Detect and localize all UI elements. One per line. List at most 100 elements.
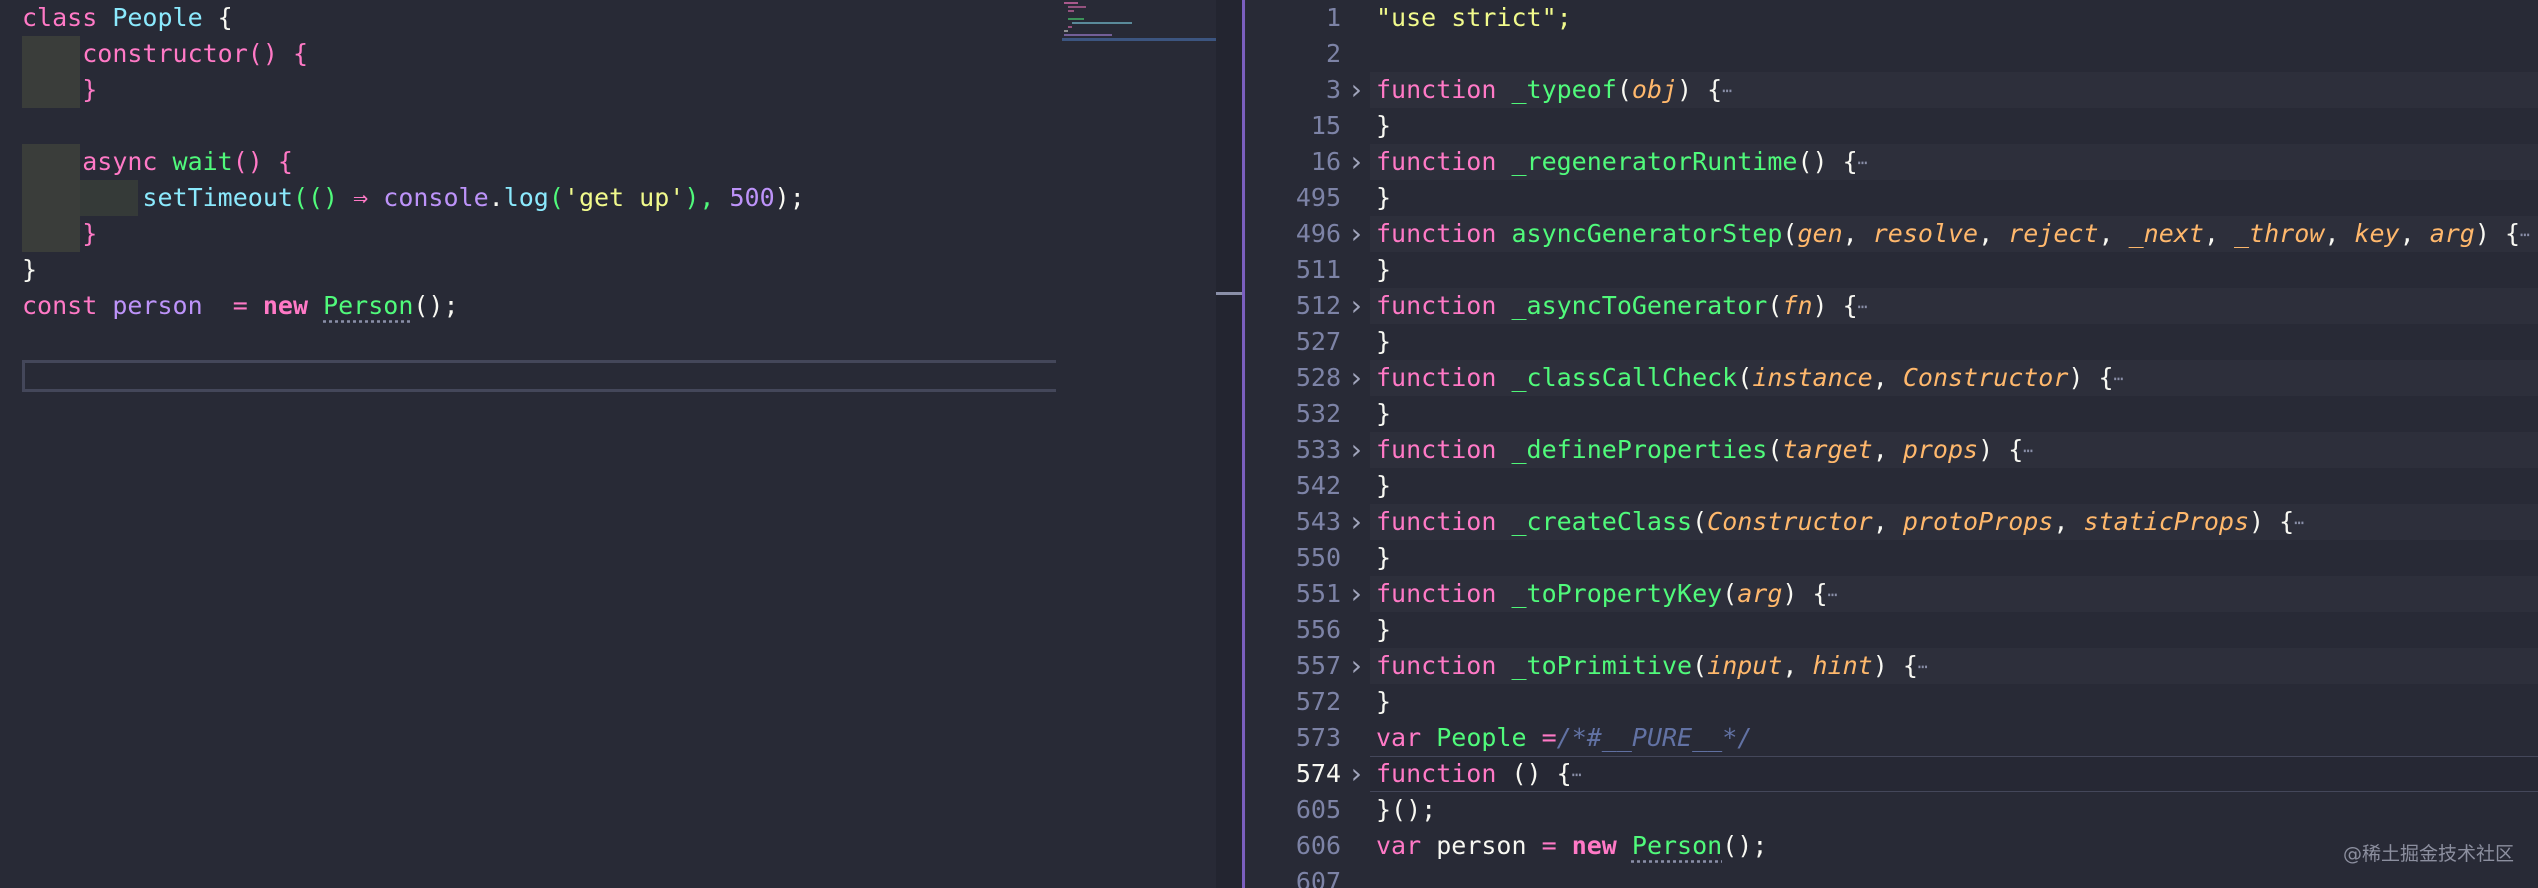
code-token: =	[1541, 831, 1572, 860]
code-line[interactable]: }	[22, 72, 97, 108]
code-line[interactable]: function _regeneratorRuntime() {⋯	[1376, 144, 1867, 180]
fold-chevron-icon[interactable]: ›	[1347, 216, 1365, 252]
fold-chevron-icon[interactable]: ›	[1347, 72, 1365, 108]
code-token: resolve	[1872, 219, 1979, 248]
code-line[interactable]: function _toPrimitive(input, hint) {⋯	[1376, 648, 1928, 684]
fold-chevron-icon[interactable]: ›	[1347, 288, 1365, 324]
code-line[interactable]: }	[22, 252, 37, 288]
code-token: }	[1376, 255, 1392, 284]
code-token: (()	[292, 183, 354, 212]
code-token: }	[82, 219, 98, 248]
code-line[interactable]: }	[1376, 396, 1391, 432]
code-token: ) {	[1812, 291, 1858, 320]
code-line[interactable]: var People =/*#__PURE__*/	[1376, 720, 1752, 756]
code-token: reject	[2008, 219, 2099, 248]
code-line[interactable]: var person = new Person();	[1376, 828, 1767, 864]
code-token: function	[1376, 219, 1512, 248]
line-number: 1	[1325, 3, 1341, 32]
line-number: 528	[1295, 363, 1341, 392]
code-token: target	[1782, 435, 1873, 464]
line-number: 496	[1295, 219, 1341, 248]
code-token: setTimeout	[142, 183, 293, 212]
fold-chevron-icon[interactable]: ›	[1347, 756, 1365, 792]
code-line[interactable]: setTimeout(() ⇒ console.log('get up'), 5…	[22, 180, 805, 216]
code-token: }();	[1376, 795, 1437, 824]
code-line[interactable]: }	[1376, 684, 1391, 720]
fold-chevron-icon[interactable]: ›	[1347, 360, 1365, 396]
code-token: ) {	[2249, 507, 2295, 536]
code-token: ⋯	[2294, 513, 2304, 532]
right-editor-pane[interactable]: 1 "use strict"; 2 3 › function _typeof(obj) {…	[1246, 0, 2538, 888]
code-line[interactable]: }	[1376, 612, 1391, 648]
splitter-gutter[interactable]	[1216, 0, 1242, 888]
code-token: ,	[1978, 219, 2009, 248]
code-line[interactable]: }();	[1376, 792, 1436, 828]
code-line[interactable]: function _typeof(obj) {⋯	[1376, 72, 1732, 108]
code-line[interactable]: function _classCallCheck(instance, Const…	[1376, 360, 2123, 396]
code-line[interactable]: }	[1376, 324, 1391, 360]
code-token: ⋯	[2113, 369, 2124, 388]
code-line[interactable]: class People {	[22, 0, 233, 36]
code-line[interactable]: const person = new Person();	[22, 288, 459, 324]
line-number: 543	[1295, 507, 1341, 536]
sash-handle[interactable]	[1216, 292, 1242, 295]
code-token: ,	[2053, 507, 2084, 536]
code-line[interactable]: }	[22, 216, 97, 252]
line-number: 15	[1310, 111, 1341, 140]
left-editor-pane[interactable]: class People { constructor() { } async w…	[0, 0, 1216, 888]
code-line[interactable]: }	[1376, 108, 1391, 144]
code-token: 500	[729, 183, 775, 212]
code-line[interactable]: constructor() {	[22, 36, 308, 72]
code-line[interactable]: "use strict";	[1376, 0, 1572, 36]
code-line[interactable]: }	[1376, 180, 1391, 216]
code-token: ,	[1872, 507, 1903, 536]
code-token: _toPrimitive	[1511, 651, 1693, 680]
code-token: ,	[2203, 219, 2234, 248]
minimap-slider[interactable]	[1062, 38, 1216, 41]
fold-chevron-icon[interactable]: ›	[1347, 576, 1365, 612]
code-token: ⋯	[1857, 153, 1868, 172]
code-token: arg	[1737, 579, 1783, 608]
code-token: _typeof	[1511, 75, 1617, 104]
code-token: Constructor	[1902, 363, 2069, 392]
line-number: 574	[1295, 759, 1341, 788]
fold-chevron-icon[interactable]: ›	[1347, 504, 1365, 540]
code-token: fn	[1782, 291, 1813, 320]
code-token: function	[1376, 579, 1512, 608]
code-line[interactable]: function _asyncToGenerator(fn) {⋯	[1376, 288, 1867, 324]
inline-input-box[interactable]	[22, 360, 1056, 392]
code-token: console	[383, 183, 489, 212]
code-token: }	[22, 255, 38, 284]
code-token: () {	[247, 39, 309, 68]
pane-divider[interactable]	[1242, 0, 1245, 888]
line-number: 557	[1295, 651, 1341, 680]
code-line[interactable]: }	[1376, 252, 1391, 288]
code-token: staticProps	[2083, 507, 2250, 536]
code-line[interactable]: function _defineProperties(target, props…	[1376, 432, 2033, 468]
code-line[interactable]: function _createClass(Constructor, proto…	[1376, 504, 2304, 540]
fold-chevron-icon[interactable]: ›	[1347, 648, 1365, 684]
minimap[interactable]	[1062, 0, 1216, 60]
code-line[interactable]: }	[1376, 540, 1391, 576]
code-line[interactable]: function asyncGeneratorStep(gen, resolve…	[1376, 216, 2530, 252]
line-number: 512	[1295, 291, 1341, 320]
fold-chevron-icon[interactable]: ›	[1347, 432, 1365, 468]
code-token: _defineProperties	[1511, 435, 1768, 464]
code-line[interactable]: function () {⋯	[1376, 756, 1581, 792]
code-token: log	[503, 183, 549, 212]
code-token: }	[1376, 471, 1392, 500]
code-token: (	[1767, 435, 1783, 464]
code-token: key	[2354, 219, 2400, 248]
code-line[interactable]: }	[1376, 468, 1391, 504]
code-line[interactable]: async wait() {	[22, 144, 293, 180]
code-token: function	[1376, 75, 1512, 104]
code-token: ) {	[1872, 651, 1918, 680]
code-token: );	[774, 183, 805, 212]
code-token: .	[488, 183, 504, 212]
fold-chevron-icon[interactable]: ›	[1347, 144, 1365, 180]
code-line[interactable]: function _toPropertyKey(arg) {⋯	[1376, 576, 1837, 612]
code-token: 'get up'	[563, 183, 685, 212]
code-token: People	[112, 3, 203, 32]
code-token: (	[1737, 363, 1753, 392]
